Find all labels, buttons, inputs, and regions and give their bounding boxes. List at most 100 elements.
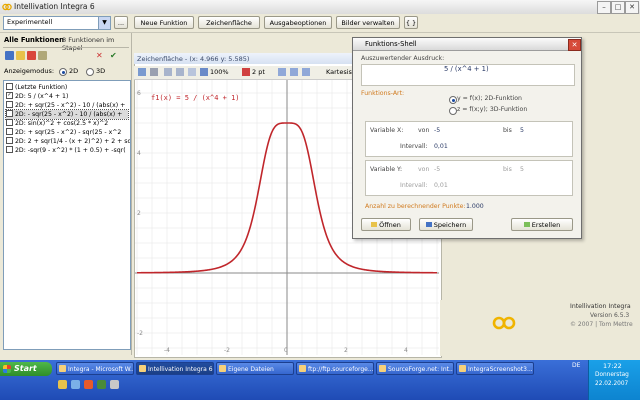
media-icon[interactable] — [84, 380, 93, 389]
function-list-item[interactable]: 2D: sin(x)^2 + cos(2.5 * x)^2 — [6, 118, 108, 128]
language-indicator[interactable]: DE — [572, 362, 580, 369]
task-icon — [219, 365, 226, 372]
display-mode-2d-radio[interactable] — [59, 68, 67, 76]
start-button[interactable]: Start — [0, 362, 52, 376]
x-tick-label: -4 — [164, 347, 170, 354]
function-checkbox[interactable] — [6, 118, 13, 126]
functions-list[interactable]: (Letzte Funktion) ✓ 2D: 5 / (x^4 + 1) 2D: +… — [3, 80, 131, 350]
check-icon[interactable]: ✔ — [110, 51, 117, 60]
save-icon — [425, 222, 432, 227]
drawing-area-button[interactable]: Zeichenfläche — [198, 16, 260, 29]
x-to-input[interactable]: 5 — [520, 127, 524, 134]
pan-icon[interactable] — [150, 68, 158, 76]
chevron-down-icon[interactable]: ▼ — [98, 17, 110, 29]
tool-icon[interactable] — [97, 380, 106, 389]
grid-icon[interactable] — [278, 68, 286, 76]
taskbar-task[interactable]: IntegraScreenshot3.... — [456, 362, 534, 375]
type-3d-radio[interactable] — [449, 107, 457, 115]
expression-input[interactable]: 5 / (x^4 + 1) — [361, 64, 575, 86]
function-shell-dialog: Funktions-Shell ✕ Auszuwertender Ausdruc… — [352, 37, 582, 239]
open-button[interactable]: Öffnen — [361, 218, 411, 231]
pointer-icon[interactable] — [138, 68, 146, 76]
delete-icon[interactable] — [27, 51, 36, 60]
remove-icon[interactable]: ✕ — [96, 51, 103, 60]
y-to-input[interactable]: 5 — [520, 166, 524, 173]
y-tick-label: -2 — [137, 330, 143, 337]
dialog-close-button[interactable]: ✕ — [568, 39, 581, 51]
save-button[interactable]: Speichern — [419, 218, 473, 231]
taskbar-task[interactable]: Eigene Dateien — [216, 362, 294, 375]
folder-icon[interactable] — [58, 380, 67, 389]
y-interval-label: Intervall: — [400, 182, 428, 189]
save-label: Speichern — [433, 221, 467, 229]
dialog-title: Funktions-Shell — [365, 40, 417, 48]
save-icon[interactable] — [5, 51, 14, 60]
display-mode-3d-radio[interactable] — [86, 68, 94, 76]
y-from-input[interactable]: -5 — [434, 166, 440, 173]
function-checkbox[interactable]: ✓ — [6, 91, 13, 99]
points-value[interactable]: 1.000 — [466, 203, 484, 210]
function-checkbox[interactable] — [6, 100, 13, 108]
function-checkbox[interactable] — [6, 127, 13, 135]
type-2d-radio[interactable] — [449, 96, 457, 104]
function-checkbox[interactable] — [6, 136, 13, 144]
braces-button[interactable]: { } — [404, 16, 418, 29]
display-mode-2d-label: 2D — [69, 67, 79, 75]
clock-day: Donnerstag — [595, 372, 629, 378]
x-from-input[interactable]: -5 — [434, 127, 440, 134]
folder-icon[interactable] — [16, 51, 25, 60]
clock-date: 22.02.2007 — [595, 381, 629, 387]
taskbar-task[interactable]: Intellivation Integra 6 — [136, 362, 214, 375]
line-width-icon[interactable] — [242, 68, 250, 76]
function-list-item[interactable]: ✓ 2D: 5 / (x^4 + 1) — [6, 91, 69, 101]
zoom-out-icon[interactable] — [176, 68, 184, 76]
task-label: IntegraScreenshot3.... — [468, 366, 534, 373]
function-checkbox[interactable] — [6, 109, 13, 117]
minimize-button[interactable]: – — [597, 1, 611, 14]
function-list-item[interactable]: 2D: + sqr(25 - x^2) - sqr(25 - x^2 — [6, 127, 121, 137]
task-label: ftp://ftp.sourceforge... — [308, 366, 374, 373]
app-icon[interactable] — [110, 380, 119, 389]
y-to-label: bis — [503, 166, 512, 173]
output-options-button[interactable]: Ausgabeoptionen — [264, 16, 332, 29]
zoom-level[interactable]: 100% — [210, 68, 229, 76]
task-label: Intellivation Integra 6 — [148, 366, 213, 373]
function-list-item[interactable]: 2D: 2 + sqr(1/4 - (x + 2)^2) + 2 + sq — [6, 136, 130, 146]
variable-y-label: Variable Y: — [370, 166, 403, 173]
taskbar-task[interactable]: ftp://ftp.sourceforge... — [296, 362, 374, 375]
manage-images-button[interactable]: Bilder verwalten — [336, 16, 400, 29]
function-list-item[interactable]: 2D: + sqr(25 - x^2) - 10 / (abs(x) + — [6, 100, 125, 110]
more-button[interactable]: ... — [114, 16, 128, 29]
functions-panel: Alle Funktionen 8 Funktionen im Stapel ✕… — [0, 33, 132, 355]
new-function-button[interactable]: Neue Funktion — [134, 16, 194, 29]
functions-count: 8 Funktionen im Stapel — [62, 36, 115, 52]
taskbar-task[interactable]: Integra - Microsoft W... — [56, 362, 134, 375]
zoom-icon[interactable] — [200, 68, 208, 76]
y-interval-input[interactable]: 0,01 — [434, 182, 448, 189]
create-button[interactable]: Erstellen — [511, 218, 573, 231]
function-checkbox[interactable] — [6, 82, 13, 90]
taskbar-task[interactable]: SourceForge.net: Int... — [376, 362, 454, 375]
maximize-button[interactable]: □ — [611, 1, 625, 14]
clock-time[interactable]: 17:22 — [603, 362, 622, 370]
function-expression: 2D: 5 / (x^4 + 1) — [15, 93, 69, 100]
task-label: Eigene Dateien — [228, 366, 274, 373]
mode-combobox[interactable]: Experimentell ▼ — [3, 16, 111, 30]
axes-icon[interactable] — [290, 68, 298, 76]
task-icon — [59, 365, 66, 372]
points-label: Anzahl zu berechnender Punkte: — [365, 203, 466, 210]
close-button[interactable]: ✕ — [625, 1, 639, 14]
edit-icon[interactable] — [38, 51, 47, 60]
x-interval-input[interactable]: 0,01 — [434, 143, 448, 150]
function-list-item[interactable]: 2D: -sqr(9 - x^2) * (1 + 0.5) + -sqr( — [6, 145, 126, 155]
function-list-item[interactable]: 2D: - sqr(25 - x^2) - 10 / (abs(x) + — [5, 109, 129, 120]
x-interval-label: Intervall: — [400, 143, 428, 150]
function-checkbox[interactable] — [6, 145, 13, 153]
line-width[interactable]: 2 pt — [252, 68, 265, 76]
browser-icon[interactable] — [71, 380, 80, 389]
labels-icon[interactable] — [302, 68, 310, 76]
expression-value: 5 / (x^4 + 1) — [444, 65, 489, 73]
zoom-in-icon[interactable] — [164, 68, 172, 76]
function-list-item[interactable]: (Letzte Funktion) — [6, 82, 67, 92]
fit-icon[interactable] — [188, 68, 196, 76]
